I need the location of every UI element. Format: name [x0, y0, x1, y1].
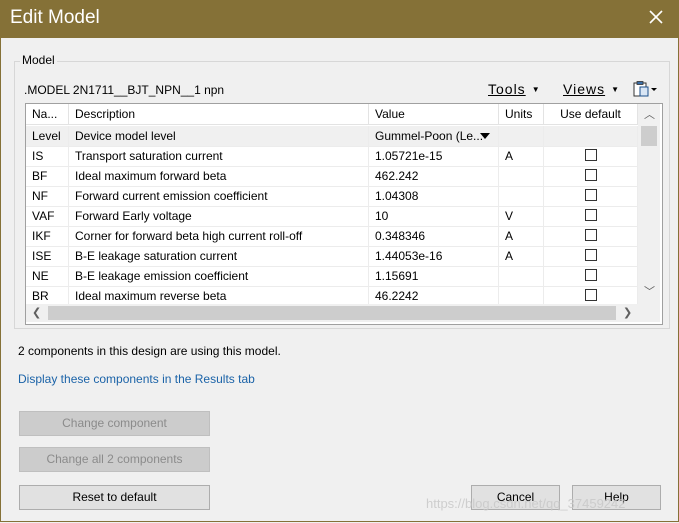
param-value[interactable]: 1.44053e-16 — [369, 246, 499, 266]
use-default-cell — [544, 126, 638, 146]
param-value[interactable]: 46.2242 — [369, 286, 499, 304]
param-units: A — [499, 246, 544, 266]
param-value[interactable]: 10 — [369, 206, 499, 226]
param-name: IS — [26, 146, 69, 166]
horizontal-scroll-thumb[interactable] — [48, 306, 616, 320]
param-description: Forward Early voltage — [69, 206, 369, 226]
scroll-left-icon[interactable]: ❮ — [32, 307, 41, 319]
table-row[interactable]: NE B-E leakage emission coefficient 1.15… — [26, 266, 638, 287]
clipboard-icon[interactable] — [632, 80, 658, 98]
vertical-scrollbar[interactable]: ︿ ﹀ — [638, 104, 660, 304]
param-name: IKF — [26, 226, 69, 246]
param-name: ISE — [26, 246, 69, 266]
column-header-name[interactable]: Na... — [26, 104, 69, 124]
param-value[interactable]: 1.05721e-15 — [369, 146, 499, 166]
change-all-components-button[interactable]: Change all 2 components — [19, 447, 210, 472]
group-label: Model — [20, 53, 57, 67]
table-row[interactable]: IS Transport saturation current 1.05721e… — [26, 146, 638, 167]
use-default-checkbox[interactable] — [584, 229, 597, 241]
window-title: Edit Model — [10, 7, 100, 28]
table-row[interactable]: BF Ideal maximum forward beta 462.242 — [26, 166, 638, 187]
param-description: B-E leakage emission coefficient — [69, 266, 369, 286]
param-value[interactable]: 0.348346 — [369, 226, 499, 246]
table-row[interactable]: VAF Forward Early voltage 10 V — [26, 206, 638, 227]
table-row[interactable]: ISE B-E leakage saturation current 1.440… — [26, 246, 638, 267]
param-description: Transport saturation current — [69, 146, 369, 166]
vertical-scroll-thumb[interactable] — [641, 126, 657, 146]
param-name: VAF — [26, 206, 69, 226]
tools-menu[interactable]: Tools ▼ — [488, 81, 541, 97]
close-icon[interactable] — [647, 8, 665, 26]
param-name: NE — [26, 266, 69, 286]
param-value[interactable]: 1.04308 — [369, 186, 499, 206]
horizontal-scrollbar[interactable]: ❮ ❯ — [26, 304, 638, 322]
model-line: .MODEL 2N1711__BJT_NPN__1 npn — [24, 83, 225, 97]
chevron-down-icon: ▼ — [611, 85, 621, 94]
scroll-down-icon[interactable]: ﹀ — [644, 286, 655, 298]
table-row[interactable]: Level Device model level Gummel-Poon (Le… — [26, 126, 638, 147]
model-parameters-table[interactable]: Na... Description Value Units Use defaul… — [25, 103, 663, 325]
reset-to-default-button[interactable]: Reset to default — [19, 485, 210, 510]
tools-label: Tools — [488, 81, 526, 97]
param-units: V — [499, 206, 544, 226]
param-units: A — [499, 226, 544, 246]
column-header-use-default[interactable]: Use default — [544, 104, 638, 124]
use-default-checkbox[interactable] — [584, 249, 597, 261]
param-units — [499, 286, 544, 304]
table-row[interactable]: IKF Corner for forward beta high current… — [26, 226, 638, 247]
table-header: Na... Description Value Units Use defaul… — [26, 104, 638, 125]
param-units — [499, 126, 544, 146]
title-bar: Edit Model — [0, 0, 679, 38]
use-default-checkbox[interactable] — [584, 149, 597, 161]
column-header-description[interactable]: Description — [69, 104, 369, 124]
param-description: B-E leakage saturation current — [69, 246, 369, 266]
param-units: A — [499, 146, 544, 166]
watermark: https://blog.csdn.net/qq_37459242 — [426, 496, 626, 511]
param-name: BR — [26, 286, 69, 304]
scroll-right-icon[interactable]: ❯ — [623, 307, 632, 319]
param-value: Gummel-Poon (Le... — [375, 129, 484, 143]
chevron-down-icon: ▼ — [531, 85, 541, 94]
use-default-checkbox[interactable] — [584, 169, 597, 181]
use-default-checkbox[interactable] — [584, 189, 597, 201]
param-description: Forward current emission coefficient — [69, 186, 369, 206]
param-units — [499, 166, 544, 186]
use-default-checkbox[interactable] — [584, 209, 597, 221]
param-units — [499, 266, 544, 286]
column-header-value[interactable]: Value — [369, 104, 499, 124]
change-component-button[interactable]: Change component — [19, 411, 210, 436]
views-menu[interactable]: Views ▼ — [563, 81, 620, 97]
param-name: BF — [26, 166, 69, 186]
table-row[interactable]: NF Forward current emission coefficient … — [26, 186, 638, 207]
param-value[interactable]: 462.242 — [369, 166, 499, 186]
dropdown-arrow-icon[interactable] — [480, 133, 490, 139]
param-value-dropdown[interactable]: Gummel-Poon (Le... — [369, 126, 499, 146]
use-default-checkbox[interactable] — [584, 289, 597, 301]
param-value[interactable]: 1.15691 — [369, 266, 499, 286]
results-tab-link[interactable]: Display these components in the Results … — [18, 372, 255, 386]
scroll-corner — [638, 304, 660, 322]
param-name: NF — [26, 186, 69, 206]
param-description: Corner for forward beta high current rol… — [69, 226, 369, 246]
param-description: Ideal maximum forward beta — [69, 166, 369, 186]
scroll-up-icon[interactable]: ︿ — [644, 109, 655, 121]
param-description: Ideal maximum reverse beta — [69, 286, 369, 304]
table-row[interactable]: BR Ideal maximum reverse beta 46.2242 — [26, 286, 638, 304]
param-description: Device model level — [69, 126, 369, 146]
views-label: Views — [563, 81, 606, 97]
param-units — [499, 186, 544, 206]
param-name: Level — [26, 126, 69, 146]
use-default-checkbox[interactable] — [584, 269, 597, 281]
usage-info-text: 2 components in this design are using th… — [18, 344, 281, 358]
column-header-units[interactable]: Units — [499, 104, 544, 124]
